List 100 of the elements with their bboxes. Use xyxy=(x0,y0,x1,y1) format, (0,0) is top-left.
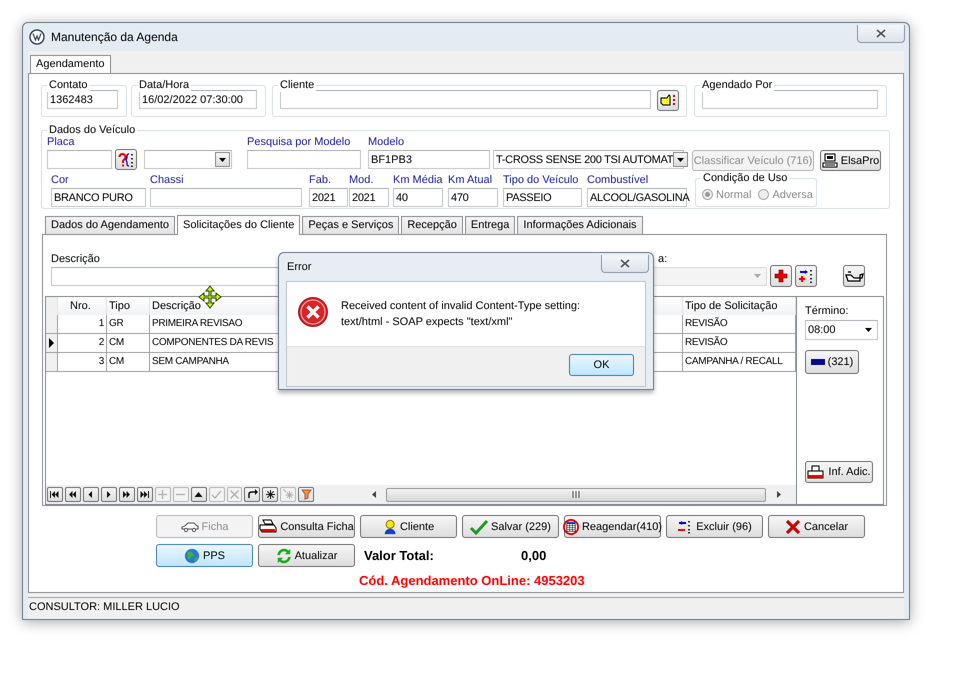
printer-icon xyxy=(807,464,826,480)
tab[interactable]: Recepção xyxy=(401,216,463,234)
termino-combo[interactable]: 08:00 xyxy=(805,320,878,340)
post-icon xyxy=(211,489,222,500)
field-label: Término: xyxy=(805,305,848,319)
cliente-lookup-button[interactable] xyxy=(657,90,679,111)
vehicle-field[interactable] xyxy=(150,188,302,207)
ok-button[interactable]: OK xyxy=(569,354,634,376)
computer-icon xyxy=(822,153,838,168)
navigator-button[interactable] xyxy=(244,487,260,502)
add-button[interactable] xyxy=(770,265,792,287)
error-icon xyxy=(297,296,329,328)
navigator-button[interactable] xyxy=(100,487,117,502)
tab[interactable]: Solicitações do Cliente xyxy=(177,215,300,235)
globe-icon xyxy=(184,548,200,564)
tab[interactable]: Agendamento xyxy=(30,55,110,73)
check-icon xyxy=(470,518,488,534)
oil-can-icon xyxy=(844,269,864,283)
vehicle-field[interactable]: PASSEIO xyxy=(503,188,582,207)
field-label: Pesquisa por Modelo xyxy=(247,136,350,150)
arrows-icon xyxy=(798,268,814,284)
group-title: Contato xyxy=(47,79,90,92)
modelo-field[interactable]: BF1PB3 xyxy=(368,150,490,169)
field-label: Descrição xyxy=(51,253,100,267)
contato-field[interactable]: 1362483 xyxy=(47,90,118,109)
question-icon xyxy=(118,152,134,168)
total-label: Valor Total: xyxy=(364,548,435,563)
action-button[interactable]: Reagendar(410) xyxy=(564,515,661,538)
cliente-field[interactable] xyxy=(280,90,651,109)
scrollbar-thumb[interactable] xyxy=(386,488,766,502)
placa-search-button[interactable] xyxy=(115,149,137,170)
field-label: Fab. xyxy=(309,174,332,188)
tab[interactable]: Peças e Serviços xyxy=(302,216,400,234)
group-title: Condição de Uso xyxy=(701,172,790,185)
action-button[interactable]: Cliente xyxy=(360,515,457,538)
caret-icon xyxy=(865,328,872,332)
vehicle-field[interactable]: 2021 xyxy=(349,188,389,207)
vehicle-field[interactable]: 470 xyxy=(448,188,498,207)
field-label: Placa xyxy=(47,136,75,150)
column-header[interactable]: Tipo xyxy=(107,297,150,315)
count-button[interactable]: (321) xyxy=(805,350,859,374)
vehicle-field[interactable]: 40 xyxy=(393,188,443,207)
navigator-button[interactable] xyxy=(47,487,63,502)
placa-combo[interactable] xyxy=(144,150,232,169)
action-button[interactable]: Salvar (229) xyxy=(462,515,559,538)
agendado-por-field[interactable] xyxy=(702,90,878,109)
action-button[interactable]: Atualizar xyxy=(258,544,355,567)
caret-icon xyxy=(219,158,226,162)
action-button[interactable]: Excluir (96) xyxy=(666,515,763,538)
tab[interactable]: Dados do Agendamento xyxy=(45,216,176,234)
elsapro-button[interactable]: ElsaPro xyxy=(820,150,881,171)
navigator-button[interactable] xyxy=(136,487,153,502)
placa-field[interactable] xyxy=(47,150,112,169)
pesquisa-modelo-field[interactable] xyxy=(247,150,361,169)
hand-icon xyxy=(660,94,676,107)
field-label: Modelo xyxy=(368,136,404,150)
next-page-icon xyxy=(121,489,132,500)
field-label: a: xyxy=(658,253,668,267)
online-code: Cód. Agendamento OnLine: 4953203 xyxy=(359,573,586,588)
person-icon xyxy=(382,518,397,534)
vehicle-field[interactable]: ALCOOL/GASOLINA xyxy=(587,188,687,207)
action-button[interactable]: PPS xyxy=(156,544,253,567)
tab[interactable]: Informações Adicionais xyxy=(517,216,643,234)
total-value: 0,00 xyxy=(521,548,546,563)
navigator-button[interactable] xyxy=(82,487,99,502)
inf-adic-button[interactable]: Inf. Adic. xyxy=(805,461,873,483)
vehicle-field[interactable]: BRANCO PURO xyxy=(51,188,146,207)
data-hora-field[interactable]: 16/02/2022 07:30:00 xyxy=(139,90,257,109)
navigator-button[interactable] xyxy=(64,487,81,502)
cancel-icon xyxy=(229,489,240,500)
row-indicator[interactable] xyxy=(46,334,58,352)
table-cell: REVISÃO xyxy=(683,334,796,352)
refresh-icon xyxy=(246,489,258,500)
column-header[interactable]: Tipo de Solicitação xyxy=(683,297,796,315)
column-header[interactable]: Nro. xyxy=(58,297,107,315)
apply-icon xyxy=(264,489,276,500)
close-button[interactable] xyxy=(857,25,905,43)
prior-page-icon xyxy=(67,489,78,500)
group-title: Cliente xyxy=(278,79,316,92)
printer-icon xyxy=(259,519,278,534)
group-title: Data/Hora xyxy=(137,79,192,92)
table-cell: 1 xyxy=(58,315,107,333)
field-label: Combustível xyxy=(587,174,648,188)
close-button[interactable] xyxy=(601,255,649,273)
action-button[interactable]: Consulta Ficha xyxy=(258,515,355,538)
app-logo-icon xyxy=(29,29,45,45)
caret-icon xyxy=(754,274,761,278)
last-icon xyxy=(139,489,150,500)
radio-label: Normal xyxy=(716,188,752,200)
right-arrow-icon xyxy=(776,491,781,498)
navigator-button[interactable] xyxy=(262,487,278,502)
field-label: Mod. xyxy=(349,174,374,188)
first-icon xyxy=(49,489,60,500)
action-button[interactable]: Cancelar xyxy=(768,515,865,538)
navigator-button[interactable] xyxy=(190,487,207,502)
oil-button[interactable] xyxy=(843,265,865,287)
add-item-button[interactable] xyxy=(795,265,817,287)
tab[interactable]: Entrega xyxy=(464,216,516,234)
vehicle-field[interactable]: 2021 xyxy=(309,188,348,207)
navigator-button[interactable] xyxy=(118,487,135,502)
